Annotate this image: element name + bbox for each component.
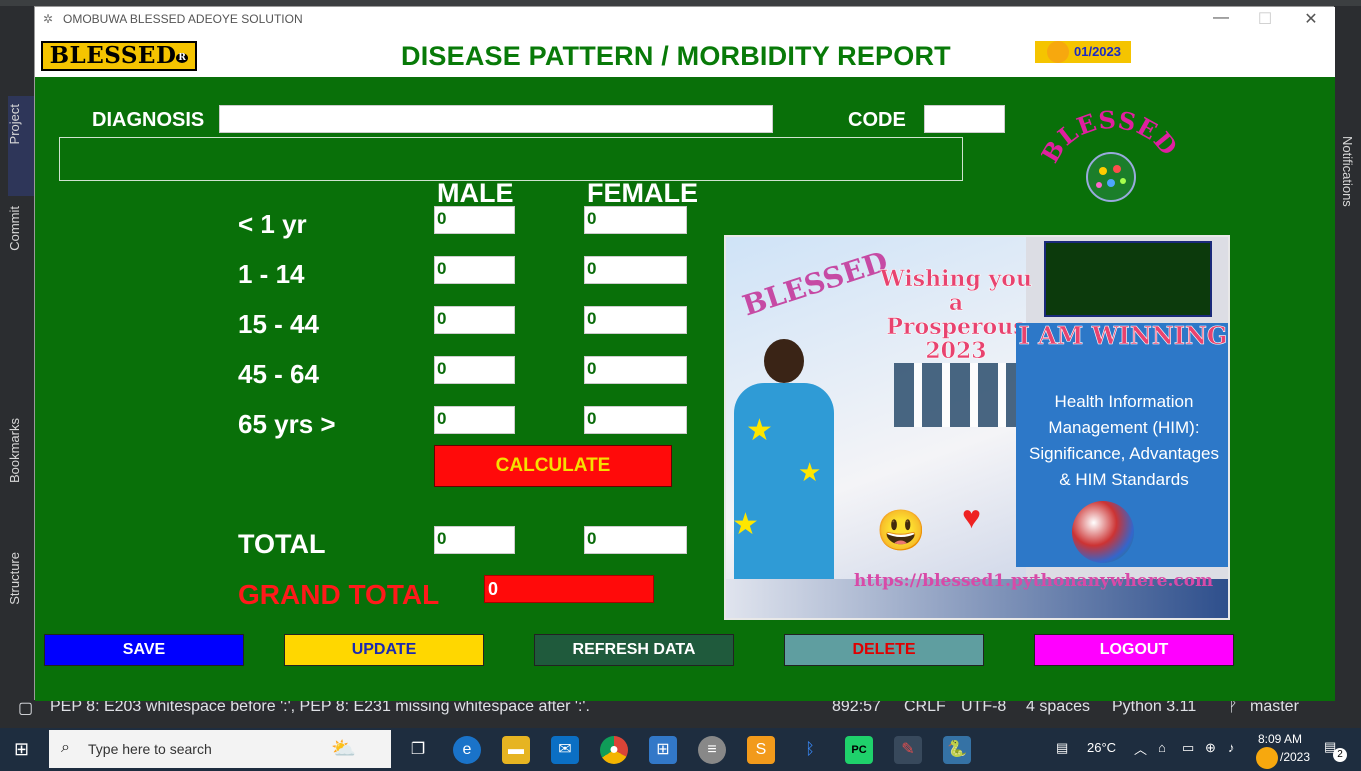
ide-left-toolbar: Project Commit Bookmarks Structure (0, 6, 34, 690)
grand-total-field: 0 (484, 575, 654, 603)
chevron-up-icon[interactable]: ︿ (1134, 739, 1147, 758)
age-label-15-44: 15 - 44 (238, 309, 319, 339)
edge-icon[interactable]: e (453, 736, 481, 764)
star-icon: ★ (732, 508, 759, 541)
promo-banner: BLESSED Wishing you a Prosperous 2023 ★ … (724, 235, 1230, 620)
panel-icon[interactable]: ▢ (18, 698, 33, 718)
notification-count: 2 (1333, 748, 1347, 762)
male-15-44-input[interactable]: 0 (434, 306, 515, 334)
female-65-plus-input[interactable]: 0 (584, 406, 687, 434)
pycharm-icon[interactable]: PC (845, 736, 873, 764)
battery-icon[interactable]: ▭ (1182, 740, 1194, 756)
age-label-65-plus: 65 yrs > (238, 409, 336, 439)
age-label-1-14: 1 - 14 (238, 259, 305, 289)
female-under-1-input[interactable]: 0 (584, 206, 687, 234)
search-icon: ⌕ (61, 739, 70, 756)
feather-app-icon[interactable]: ✎ (894, 736, 922, 764)
close-button[interactable]: ✕ (1291, 9, 1331, 29)
male-45-64-input[interactable]: 0 (434, 356, 515, 384)
taskbar: ⊞ ⌕ Type here to search ⛅ ❐ e ▬ ✉ ● ⊞ ≡ … (0, 728, 1361, 771)
clock-time[interactable]: 8:09 AM (1258, 732, 1302, 746)
code-input[interactable] (924, 105, 1005, 133)
ide-right-toolbar: Notifications (1334, 6, 1361, 690)
globe-icon (1072, 501, 1134, 563)
ide-tab-structure[interactable]: Structure (7, 552, 22, 605)
volume-icon[interactable]: ♪ (1228, 740, 1235, 755)
female-45-64-input[interactable]: 0 (584, 356, 687, 384)
store-icon[interactable]: ⊞ (649, 736, 677, 764)
male-65-plus-input[interactable]: 0 (434, 406, 515, 434)
person-head (764, 339, 804, 383)
cursor-highlight-icon (1256, 747, 1278, 769)
save-button[interactable]: SAVE (44, 634, 244, 666)
male-under-1-input[interactable]: 0 (434, 206, 515, 234)
ide-tab-commit[interactable]: Commit (7, 206, 22, 251)
promo-headline: I AM WINNING (1018, 321, 1228, 350)
weather-temp[interactable]: 26°C (1087, 740, 1116, 755)
logout-button[interactable]: LOGOUT (1034, 634, 1234, 666)
promo-topic: Health Information Management (HIM): Sig… (1029, 392, 1219, 489)
age-label-under-1: < 1 yr (238, 209, 307, 239)
promo-url: https://blessed1.pythonanywhere.com (854, 571, 1214, 591)
python-icon[interactable]: 🐍 (943, 736, 971, 764)
app-window: ✲ OMOBUWA BLESSED ADEOYE SOLUTION — ☐ ✕ … (34, 6, 1335, 701)
mail-icon[interactable]: ✉ (551, 736, 579, 764)
star-icon: ★ (798, 457, 822, 487)
app-icons-grid (894, 363, 1024, 427)
diagnosis-input[interactable] (219, 105, 773, 133)
weather-icon[interactable]: ▤ (1056, 740, 1068, 756)
ide-tab-project[interactable]: Project (7, 104, 22, 144)
weather-widget-icon: ⛅ (331, 738, 356, 760)
age-label-45-64: 45 - 64 (238, 359, 319, 389)
network-icon[interactable]: ⌂ (1158, 740, 1166, 755)
windows-start-icon[interactable]: ⊞ (14, 739, 29, 760)
total-label: TOTAL (238, 529, 326, 559)
bluetooth-icon[interactable]: ᛒ (796, 736, 824, 764)
taskbar-search[interactable]: ⌕ Type here to search ⛅ (49, 730, 391, 768)
sublime-icon[interactable]: S (747, 736, 775, 764)
search-placeholder: Type here to search (88, 741, 212, 757)
maximize-button[interactable]: ☐ (1245, 9, 1285, 29)
code-label: CODE (848, 109, 906, 131)
ide-tab-notifications[interactable]: Notifications (1340, 136, 1355, 207)
cursor-highlight-icon (1047, 41, 1069, 63)
update-button[interactable]: UPDATE (284, 634, 484, 666)
ide-tab-bookmarks[interactable]: Bookmarks (7, 418, 22, 483)
star-icon: ★ (746, 414, 773, 447)
blessed-logo: BLESSED R (41, 41, 197, 71)
app-feather-icon: ✲ (43, 12, 54, 26)
task-view-icon[interactable]: ❐ (404, 736, 432, 764)
grand-total-label: GRAND TOTAL (238, 579, 440, 610)
diagnosis-label: DIAGNOSIS (92, 109, 205, 131)
female-header: FEMALE (587, 178, 698, 208)
promo-greeting: Wishing you a Prosperous 2023 (880, 266, 1032, 364)
female-1-14-input[interactable]: 0 (584, 256, 687, 284)
database-icon[interactable]: ≡ (698, 736, 726, 764)
blessed-emblem: BLESSED (1041, 107, 1181, 202)
refresh-data-button[interactable]: REFRESH DATA (534, 634, 734, 666)
description-box[interactable] (59, 137, 963, 181)
globe-tray-icon[interactable]: ⊕ (1205, 740, 1216, 756)
title-bar: ✲ OMOBUWA BLESSED ADEOYE SOLUTION — ☐ ✕ (35, 7, 1335, 31)
file-explorer-icon[interactable]: ▬ (502, 736, 530, 764)
total-female-field: 0 (584, 526, 687, 554)
clock-date[interactable]: /2023 (1280, 750, 1310, 764)
page-title: DISEASE PATTERN / MORBIDITY REPORT (401, 41, 951, 71)
calculate-button[interactable]: CALCULATE (434, 445, 672, 487)
delete-button[interactable]: DELETE (784, 634, 984, 666)
heart-icon: ♥ (962, 499, 981, 535)
window-title: OMOBUWA BLESSED ADEOYE SOLUTION (63, 12, 303, 26)
minimize-button[interactable]: — (1201, 9, 1241, 27)
male-1-14-input[interactable]: 0 (434, 256, 515, 284)
report-header: BLESSED R DISEASE PATTERN / MORBIDITY REP… (35, 31, 1335, 77)
female-15-44-input[interactable]: 0 (584, 306, 687, 334)
total-male-field: 0 (434, 526, 515, 554)
male-header: MALE (437, 178, 514, 208)
chrome-icon[interactable]: ● (600, 736, 628, 764)
emoji-face-icon: 😃 (876, 509, 926, 553)
form-panel: DIAGNOSIS CODE MALE FEMALE < 1 yr 0 0 1 … (35, 77, 1335, 701)
mini-screenshot (1044, 241, 1212, 317)
